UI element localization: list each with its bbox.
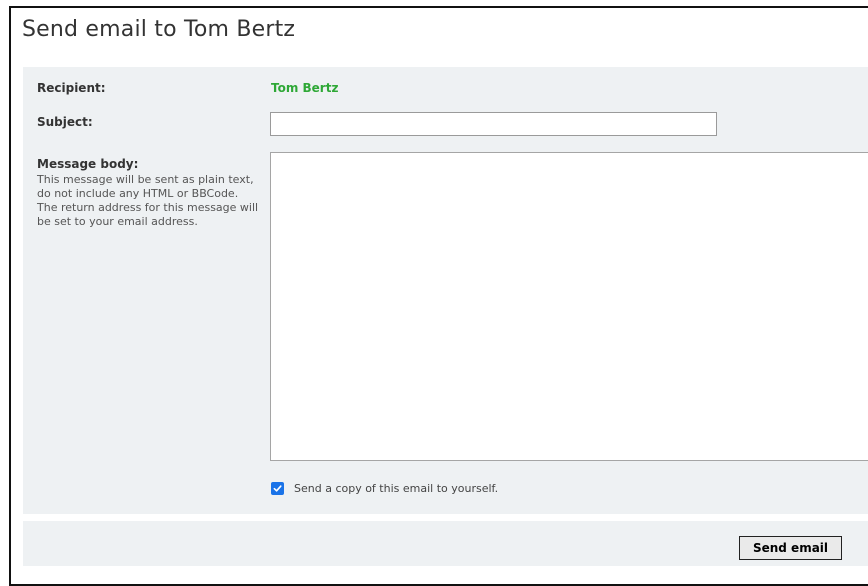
message-body-textarea[interactable] <box>270 152 868 461</box>
message-body-label: Message body: <box>37 157 139 171</box>
send-copy-option[interactable]: Send a copy of this email to yourself. <box>271 482 498 495</box>
subject-label: Subject: <box>37 115 93 129</box>
send-copy-checkbox[interactable] <box>271 482 284 495</box>
subject-input[interactable] <box>270 112 717 136</box>
checkmark-icon <box>273 485 282 492</box>
send-email-button[interactable]: Send email <box>739 536 842 560</box>
recipient-label: Recipient: <box>37 81 106 95</box>
send-copy-label: Send a copy of this email to yourself. <box>294 482 499 495</box>
page-title: Send email to Tom Bertz <box>22 17 296 42</box>
recipient-name: Tom Bertz <box>271 81 339 95</box>
message-body-hint: This message will be sent as plain text,… <box>37 173 259 228</box>
